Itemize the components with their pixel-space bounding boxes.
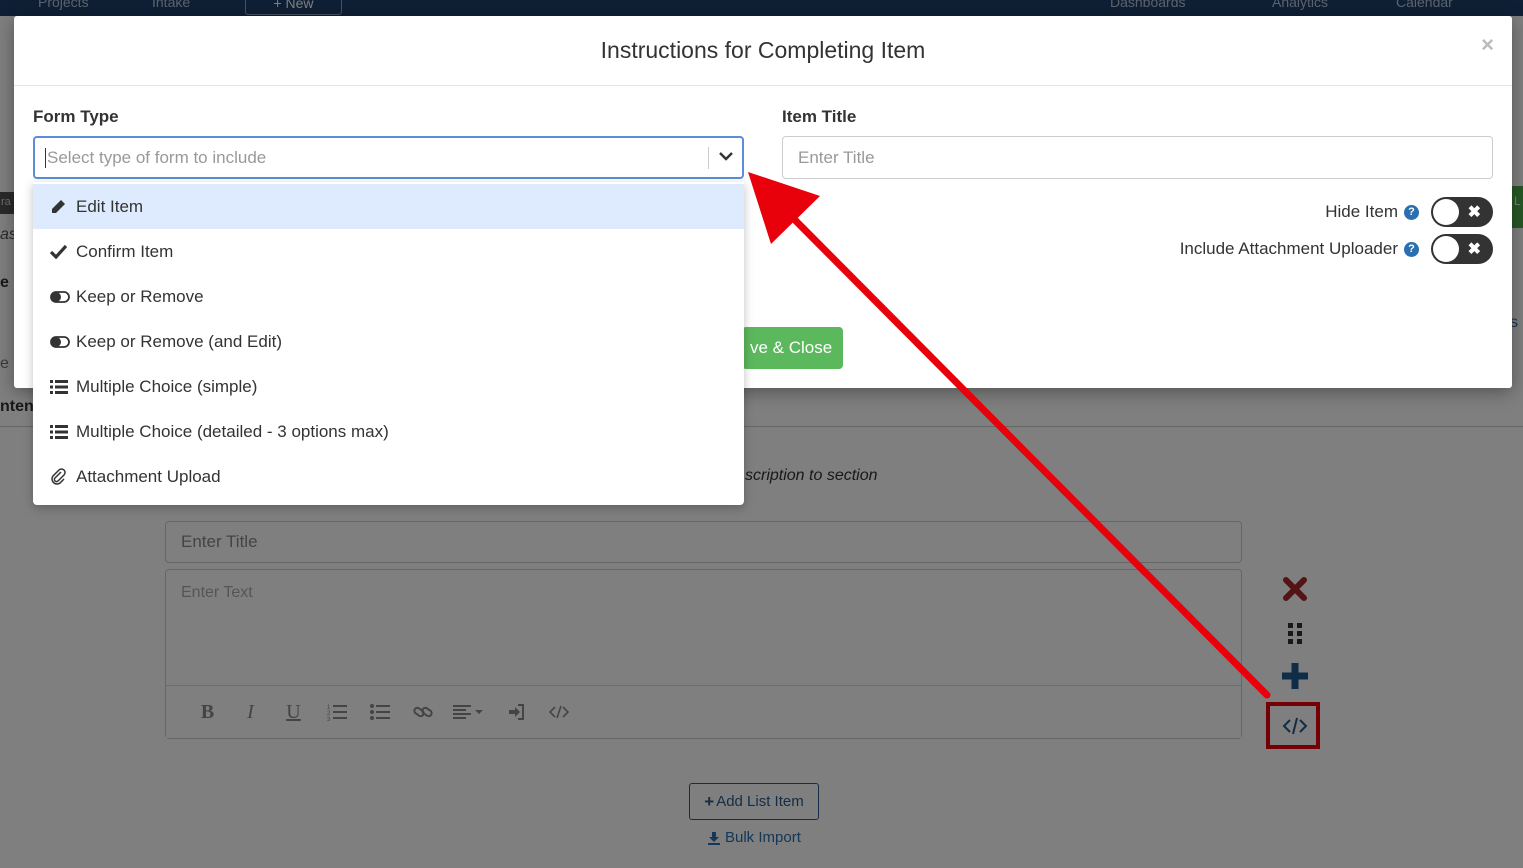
pencil-icon bbox=[50, 198, 70, 216]
modal-title: Instructions for Completing Item bbox=[600, 37, 926, 63]
toggle-icon bbox=[50, 288, 70, 306]
include-attachment-toggle[interactable]: ✖ bbox=[1431, 234, 1493, 264]
modal-header: Instructions for Completing Item × bbox=[14, 16, 1512, 86]
option-keep-or-remove-edit[interactable]: Keep or Remove (and Edit) bbox=[33, 319, 744, 364]
form-type-placeholder: Select type of form to include bbox=[45, 148, 267, 168]
option-attachment-upload[interactable]: Attachment Upload bbox=[33, 454, 744, 499]
list-icon bbox=[50, 423, 70, 441]
checkmark-icon bbox=[50, 243, 70, 261]
option-label: Multiple Choice (simple) bbox=[76, 376, 258, 396]
select-divider bbox=[708, 147, 709, 169]
help-icon[interactable]: ? bbox=[1404, 204, 1419, 220]
option-label: Edit Item bbox=[76, 196, 144, 216]
option-multiple-choice-simple[interactable]: Multiple Choice (simple) bbox=[33, 364, 744, 409]
close-icon[interactable]: × bbox=[1481, 32, 1494, 58]
option-edit-item[interactable]: Edit Item bbox=[33, 184, 744, 229]
form-type-select[interactable]: Select type of form to include bbox=[33, 136, 744, 179]
option-confirm-item[interactable]: Confirm Item bbox=[33, 229, 744, 274]
item-title-input[interactable]: Enter Title bbox=[782, 136, 1493, 179]
form-type-dropdown: Edit Item Confirm Item Keep or Remove Ke… bbox=[33, 182, 744, 505]
option-keep-or-remove[interactable]: Keep or Remove bbox=[33, 274, 744, 319]
chevron-down-icon[interactable] bbox=[718, 148, 734, 169]
option-label: Keep or Remove bbox=[76, 286, 204, 306]
hide-item-toggle[interactable]: ✖ bbox=[1431, 197, 1493, 227]
hide-item-row: Hide Item ? ✖ bbox=[1325, 197, 1493, 227]
item-title-label: Item Title bbox=[782, 107, 857, 126]
hide-item-label: Hide Item bbox=[1325, 202, 1398, 221]
option-multiple-choice-detailed[interactable]: Multiple Choice (detailed - 3 options ma… bbox=[33, 409, 744, 454]
option-label: Keep or Remove (and Edit) bbox=[76, 331, 282, 351]
list-icon bbox=[50, 378, 70, 396]
toggle-icon bbox=[50, 333, 70, 351]
save-and-close-button[interactable]: ve & Close bbox=[742, 327, 843, 369]
paperclip-icon bbox=[50, 468, 70, 486]
include-attachment-row: Include Attachment Uploader ? ✖ bbox=[1180, 234, 1493, 264]
option-label: Confirm Item bbox=[76, 241, 174, 261]
include-attachment-label: Include Attachment Uploader bbox=[1179, 239, 1398, 258]
option-label: Multiple Choice (detailed - 3 options ma… bbox=[76, 421, 389, 441]
option-label: Attachment Upload bbox=[76, 466, 221, 486]
help-icon[interactable]: ? bbox=[1404, 241, 1419, 257]
form-type-label: Form Type bbox=[33, 107, 119, 126]
